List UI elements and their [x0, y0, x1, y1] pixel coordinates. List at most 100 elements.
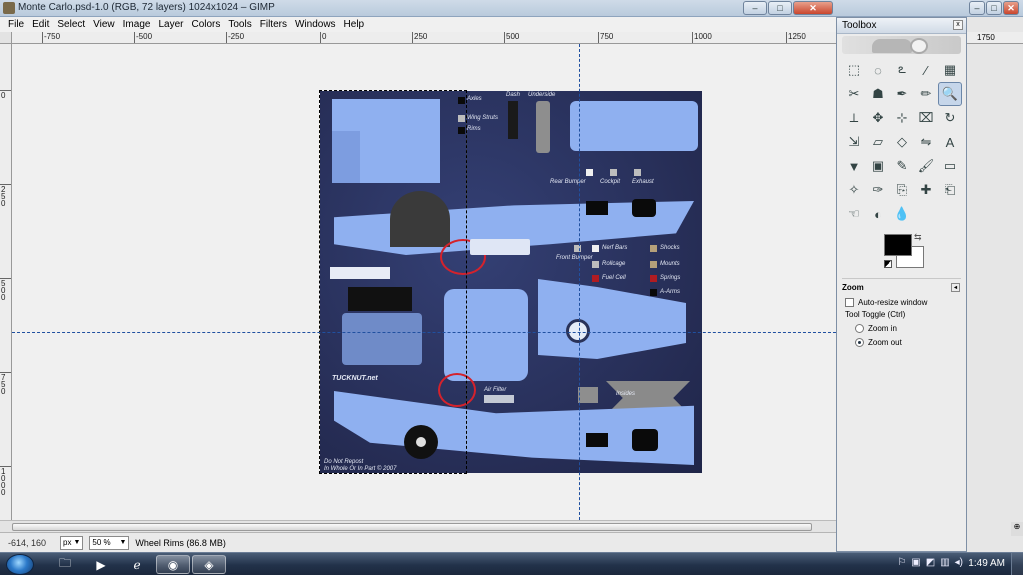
shear-tool-icon[interactable]: ▱ — [866, 130, 890, 154]
reset-colors-icon[interactable] — [884, 260, 892, 268]
start-button[interactable] — [6, 554, 34, 575]
tab-menu-icon[interactable]: ◂ — [951, 283, 960, 292]
menu-tools[interactable]: Tools — [224, 19, 255, 30]
close-button[interactable]: ✕ — [1003, 1, 1019, 15]
dodge-burn-tool-icon[interactable]: ◐ — [866, 202, 890, 226]
move-tool-icon[interactable]: ✥ — [866, 106, 890, 130]
maximize-button[interactable]: □ — [986, 1, 1002, 15]
tray-icon[interactable]: ▣ — [911, 557, 920, 568]
tray-icon[interactable]: ⚐ — [897, 557, 906, 568]
blur-tool-icon[interactable]: 💧 — [890, 202, 914, 226]
smudge-tool-icon[interactable]: ☜ — [842, 202, 866, 226]
horizontal-guide[interactable] — [12, 332, 836, 333]
gimp-taskbar-icon[interactable]: ◈ — [192, 555, 226, 574]
tray-icon[interactable]: ◩ — [926, 557, 935, 568]
window-controls: – □ ✕ — [743, 1, 833, 15]
menu-help[interactable]: Help — [340, 19, 369, 30]
maximize-button[interactable]: □ — [768, 1, 792, 15]
align-tool-icon[interactable]: ⊹ — [890, 106, 914, 130]
menu-windows[interactable]: Windows — [291, 19, 340, 30]
auto-resize-option[interactable]: Auto-resize window — [837, 295, 966, 309]
perspective-tool-icon[interactable]: ◇ — [890, 130, 914, 154]
ruler-label: -750 — [44, 32, 61, 41]
foreground-select-tool-icon[interactable]: ☗ — [866, 82, 890, 106]
zoom-out-option[interactable]: Zoom out — [837, 335, 966, 349]
foreground-color-swatch[interactable] — [884, 234, 912, 256]
horizontal-scrollbar[interactable] — [0, 520, 836, 532]
menu-file[interactable]: File — [4, 19, 28, 30]
label-exhaust: Exhaust — [632, 179, 654, 185]
clone-tool-icon[interactable]: ⎘ — [890, 178, 914, 202]
text-tool-icon[interactable]: A — [938, 130, 962, 154]
measure-tool-icon[interactable]: ⟂ — [842, 106, 866, 130]
rollcage-swatch — [592, 261, 599, 268]
scissors-tool-icon[interactable]: ✂ — [842, 82, 866, 106]
menu-filters[interactable]: Filters — [256, 19, 291, 30]
ink-tool-icon[interactable]: ✑ — [866, 178, 890, 202]
by-color-select-tool-icon[interactable]: ▦ — [938, 58, 962, 82]
scroll-thumb[interactable] — [12, 523, 812, 531]
rect-select-tool-icon[interactable]: ⬚ — [842, 58, 866, 82]
color-picker-tool-icon[interactable]: ✏ — [914, 82, 938, 106]
menu-layer[interactable]: Layer — [154, 19, 187, 30]
zoom-tool-icon[interactable]: 🔍 — [938, 82, 962, 106]
zoom-select[interactable]: 50 % ▼ — [89, 535, 130, 550]
gimp-app-icon — [3, 2, 15, 14]
blend-tool-icon[interactable]: ▣ — [866, 154, 890, 178]
horizontal-ruler[interactable]: -750 -500 -250 0 250 500 750 1000 1250 — [12, 32, 836, 44]
auto-resize-checkbox[interactable] — [845, 297, 854, 307]
close-icon[interactable]: x — [953, 20, 963, 30]
fuzzy-select-tool-icon[interactable]: ⁄ — [914, 58, 938, 82]
show-desktop-button[interactable] — [1011, 553, 1023, 575]
eraser-tool-icon[interactable]: ▭ — [938, 154, 962, 178]
zoom-out-radio[interactable] — [855, 337, 864, 347]
volume-icon[interactable]: ◂) — [955, 557, 963, 568]
menu-image[interactable]: Image — [119, 19, 155, 30]
vertical-ruler[interactable]: 0 250 500 750 1000 — [0, 44, 12, 520]
ie-taskbar-icon[interactable]: ℯ — [120, 555, 154, 574]
explorer-taskbar-icon[interactable]: 🗀 — [48, 555, 82, 574]
media-taskbar-icon[interactable]: ▶ — [84, 555, 118, 574]
perspective-clone-tool-icon[interactable]: ⎗ — [938, 178, 962, 202]
vertical-guide[interactable] — [579, 44, 580, 520]
menu-select[interactable]: Select — [53, 19, 89, 30]
unit-select[interactable]: px ▼ — [60, 535, 84, 550]
rotate-tool-icon[interactable]: ↻ — [938, 106, 962, 130]
label-cockpit: Cockpit — [600, 179, 621, 185]
zoom-in-radio[interactable] — [855, 323, 864, 333]
label-dash: Dash — [506, 92, 521, 98]
wilber-drop-area[interactable] — [842, 36, 961, 54]
canvas-area[interactable]: Axles Wing Struts Rims Dash Underside Re… — [12, 44, 836, 520]
ellipse-select-tool-icon[interactable]: ◌ — [866, 58, 890, 82]
crop-tool-icon[interactable]: ⌧ — [914, 106, 938, 130]
minimize-button[interactable]: – — [743, 1, 767, 15]
label-disclaimer-2: In Whole Or In Part © 2007 — [324, 466, 397, 472]
lasso-tool-icon[interactable]: ఽ — [890, 58, 914, 82]
zoom-fit-button[interactable]: ⊕ — [1011, 522, 1023, 536]
paintbrush-tool-icon[interactable]: 🖌 — [914, 154, 938, 178]
nerf-bars-swatch — [592, 245, 599, 252]
scale-tool-icon[interactable]: ⇲ — [842, 130, 866, 154]
pencil-tool-icon[interactable]: ✎ — [890, 154, 914, 178]
ruler-label: 0 — [1, 91, 6, 100]
menu-view[interactable]: View — [89, 19, 119, 30]
minimize-button[interactable]: – — [969, 1, 985, 15]
clock[interactable]: 1:49 AM — [968, 558, 1005, 569]
swap-colors-icon[interactable]: ⇆ — [914, 232, 922, 243]
bucket-fill-tool-icon[interactable]: ▼ — [842, 154, 866, 178]
tool-grid: ⬚ ◌ ఽ ⁄ ▦ ✂ ☗ ✒ ✏ 🔍 ⟂ ✥ ⊹ ⌧ ↻ ⇲ ▱ ◇ ⇋ A ▼ ▣ ✎ 🖌 ▭ ✧ ✑ ⎘ ✚ ⎗ ☜ ◐ 💧 — [837, 56, 966, 228]
menu-colors[interactable]: Colors — [187, 19, 224, 30]
close-button[interactable]: ✕ — [793, 1, 833, 15]
zoom-in-option[interactable]: Zoom in — [837, 321, 966, 335]
ruler-corner-button[interactable] — [0, 32, 12, 44]
tool-options-header: Zoom ◂ — [837, 283, 966, 295]
color-area: ⇆ — [842, 232, 961, 274]
firefox-taskbar-icon[interactable]: ◉ — [156, 555, 190, 574]
network-icon[interactable]: ▥ — [940, 557, 949, 568]
airbrush-tool-icon[interactable]: ✧ — [842, 178, 866, 202]
flip-tool-icon[interactable]: ⇋ — [914, 130, 938, 154]
heal-tool-icon[interactable]: ✚ — [914, 178, 938, 202]
texture-image[interactable]: Axles Wing Struts Rims Dash Underside Re… — [320, 91, 702, 473]
menu-edit[interactable]: Edit — [28, 19, 53, 30]
paths-tool-icon[interactable]: ✒ — [890, 82, 914, 106]
